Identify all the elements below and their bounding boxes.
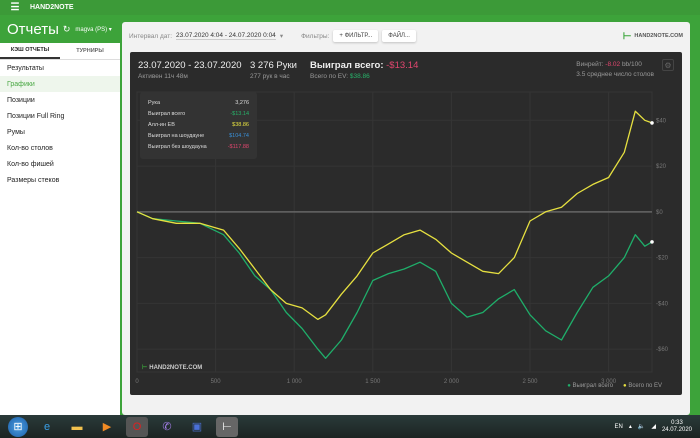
tooltip-value: -$13.14 bbox=[230, 110, 249, 117]
tooltip-value: -$117.88 bbox=[227, 143, 249, 150]
toolbar: Интервал дат: 23.07.2020 4:04 - 24.07.20… bbox=[129, 28, 683, 44]
tooltip-row: Выиграл всего -$13.14 bbox=[148, 108, 249, 119]
chart-tooltip: Рука 3,276 Выиграл всего -$13.14 Алл-ин EB $3… bbox=[140, 92, 257, 159]
tooltip-row: Выиграл на шоудауне $104.74 bbox=[148, 130, 249, 141]
refresh-icon[interactable]: ↻ bbox=[63, 24, 71, 35]
y-tick-label: -$20 bbox=[656, 256, 669, 262]
start-button-icon[interactable]: ⊞ bbox=[8, 416, 28, 437]
sidebar-item[interactable]: Кол-во фишей bbox=[0, 156, 120, 172]
add-filter-button[interactable]: + ФИЛЬТР... bbox=[333, 30, 379, 42]
tray-up-icon[interactable]: ▴ bbox=[629, 423, 632, 430]
legend-item-won[interactable]: ● Выиграл всего bbox=[567, 383, 613, 389]
legend-item-ev[interactable]: ● Всего по EV bbox=[623, 383, 662, 389]
account-selector[interactable]: magva (PS) ▾ bbox=[75, 26, 111, 33]
sidebar-item[interactable]: Результаты bbox=[0, 60, 120, 76]
sidebar-item[interactable]: Позиции bbox=[0, 92, 120, 108]
y-tick-label: $40 bbox=[656, 118, 667, 124]
sidebar-item[interactable]: Румы bbox=[0, 124, 120, 140]
taskbar: ⊞ e ▬ ▶ O ✆ ▣ ⊢ EN ▴ 🔈 ◢ 0:33 24.07.2020 bbox=[0, 415, 700, 438]
x-tick-label: 2 000 bbox=[444, 379, 460, 385]
logo-text: HAND2NOTE.COM bbox=[634, 33, 683, 39]
x-tick-label: 500 bbox=[211, 379, 222, 385]
chevron-down-icon[interactable]: ▾ bbox=[280, 32, 283, 40]
clock-time: 0:33 bbox=[671, 419, 683, 426]
tooltip-row: Алл-ин EB $38.86 bbox=[148, 119, 249, 130]
series-line-won bbox=[136, 211, 653, 359]
opera-icon[interactable]: O bbox=[126, 416, 148, 437]
tooltip-row: Выиграл без шоудауна -$117.88 bbox=[148, 141, 249, 152]
sidebar: КЭШ ОТЧЕТЫ ТУРНИРЫ Результаты Графики Пози… bbox=[0, 43, 120, 415]
app-titlebar: ☰ HAND2NOTE bbox=[0, 0, 700, 15]
data-point bbox=[650, 240, 654, 244]
chart-legend: ● Выиграл всего ● Всего по EV bbox=[567, 383, 662, 389]
tooltip-label: Выиграл всего bbox=[148, 110, 186, 117]
language-indicator[interactable]: EN bbox=[615, 424, 623, 430]
floppy-icon[interactable]: ▣ bbox=[186, 417, 208, 437]
x-tick-label: 1 500 bbox=[365, 379, 381, 385]
folder-icon[interactable]: ▬ bbox=[66, 417, 88, 437]
tooltip-row: Рука 3,276 bbox=[148, 97, 249, 108]
interval-label: Интервал дат: bbox=[129, 32, 173, 40]
legend-label: Всего по EV bbox=[628, 383, 662, 389]
tooltip-label: Выиграл на шоудауне bbox=[148, 132, 205, 139]
legend-label: Выиграл всего bbox=[572, 383, 614, 389]
clock-date: 24.07.2020 bbox=[661, 426, 692, 433]
tooltip-value: $104.74 bbox=[229, 132, 249, 139]
sidebar-item[interactable]: Графики bbox=[0, 76, 120, 92]
y-tick-label: -$40 bbox=[656, 301, 669, 307]
page-title: Отчеты bbox=[7, 20, 59, 38]
clock[interactable]: 0:33 24.07.2020 bbox=[662, 420, 692, 434]
app-name: HAND2NOTE bbox=[30, 4, 74, 11]
header: Отчеты ↻ magva (PS) ▾ bbox=[0, 15, 122, 43]
tooltip-label: Рука bbox=[148, 99, 161, 106]
sidebar-item[interactable]: Кол-во столов bbox=[0, 140, 120, 156]
sidebar-item[interactable]: Размеры стеков bbox=[0, 172, 120, 188]
x-tick-label: 2 500 bbox=[523, 379, 539, 385]
volume-icon[interactable]: 🔈 bbox=[638, 423, 645, 430]
y-tick-label: -$60 bbox=[656, 347, 669, 353]
x-tick-label: 0 bbox=[135, 379, 139, 385]
tab-tournaments[interactable]: ТУРНИРЫ bbox=[60, 43, 120, 59]
tooltip-value: 3,276 bbox=[235, 99, 249, 106]
sidebar-item[interactable]: Позиции Full Ring bbox=[0, 108, 120, 124]
watermark-text: HAND2NOTE.COM bbox=[149, 364, 203, 371]
tooltip-label: Алл-ин EB bbox=[148, 121, 175, 128]
tab-cash-reports[interactable]: КЭШ ОТЧЕТЫ bbox=[0, 43, 60, 59]
file-button[interactable]: ФАЙЛ... bbox=[382, 30, 416, 42]
hand2note-icon[interactable]: ⊢ bbox=[216, 416, 238, 437]
graph-card: 23.07.2020 - 23.07.2020 Активен 11ч 48м … bbox=[130, 52, 682, 395]
brand-logo: ⊢ HAND2NOTE.COM bbox=[623, 31, 683, 42]
chart-watermark: ⊢ HAND2NOTE.COM bbox=[142, 364, 203, 372]
x-tick-label: 1 000 bbox=[287, 379, 303, 385]
hamburger-menu-icon[interactable]: ☰ bbox=[0, 2, 30, 13]
media-player-icon[interactable]: ▶ bbox=[96, 417, 118, 437]
y-tick-label: $20 bbox=[656, 164, 667, 170]
tooltip-value: $38.86 bbox=[232, 121, 249, 128]
y-tick-label: $0 bbox=[656, 210, 663, 216]
filters-label: Фильтры: bbox=[301, 32, 330, 40]
viber-icon[interactable]: ✆ bbox=[156, 417, 178, 437]
main-panel: Интервал дат: 23.07.2020 4:04 - 24.07.20… bbox=[122, 22, 690, 415]
logo-icon: ⊢ bbox=[622, 30, 632, 42]
network-icon[interactable]: ◢ bbox=[651, 423, 656, 430]
logo-icon: ⊢ bbox=[142, 365, 148, 371]
internet-explorer-icon[interactable]: e bbox=[36, 417, 58, 437]
date-interval-select[interactable]: 23.07.2020 4:04 - 24.07.2020 0:04 bbox=[176, 32, 276, 40]
tooltip-label: Выиграл без шоудауна bbox=[148, 143, 207, 150]
data-point bbox=[650, 121, 654, 125]
